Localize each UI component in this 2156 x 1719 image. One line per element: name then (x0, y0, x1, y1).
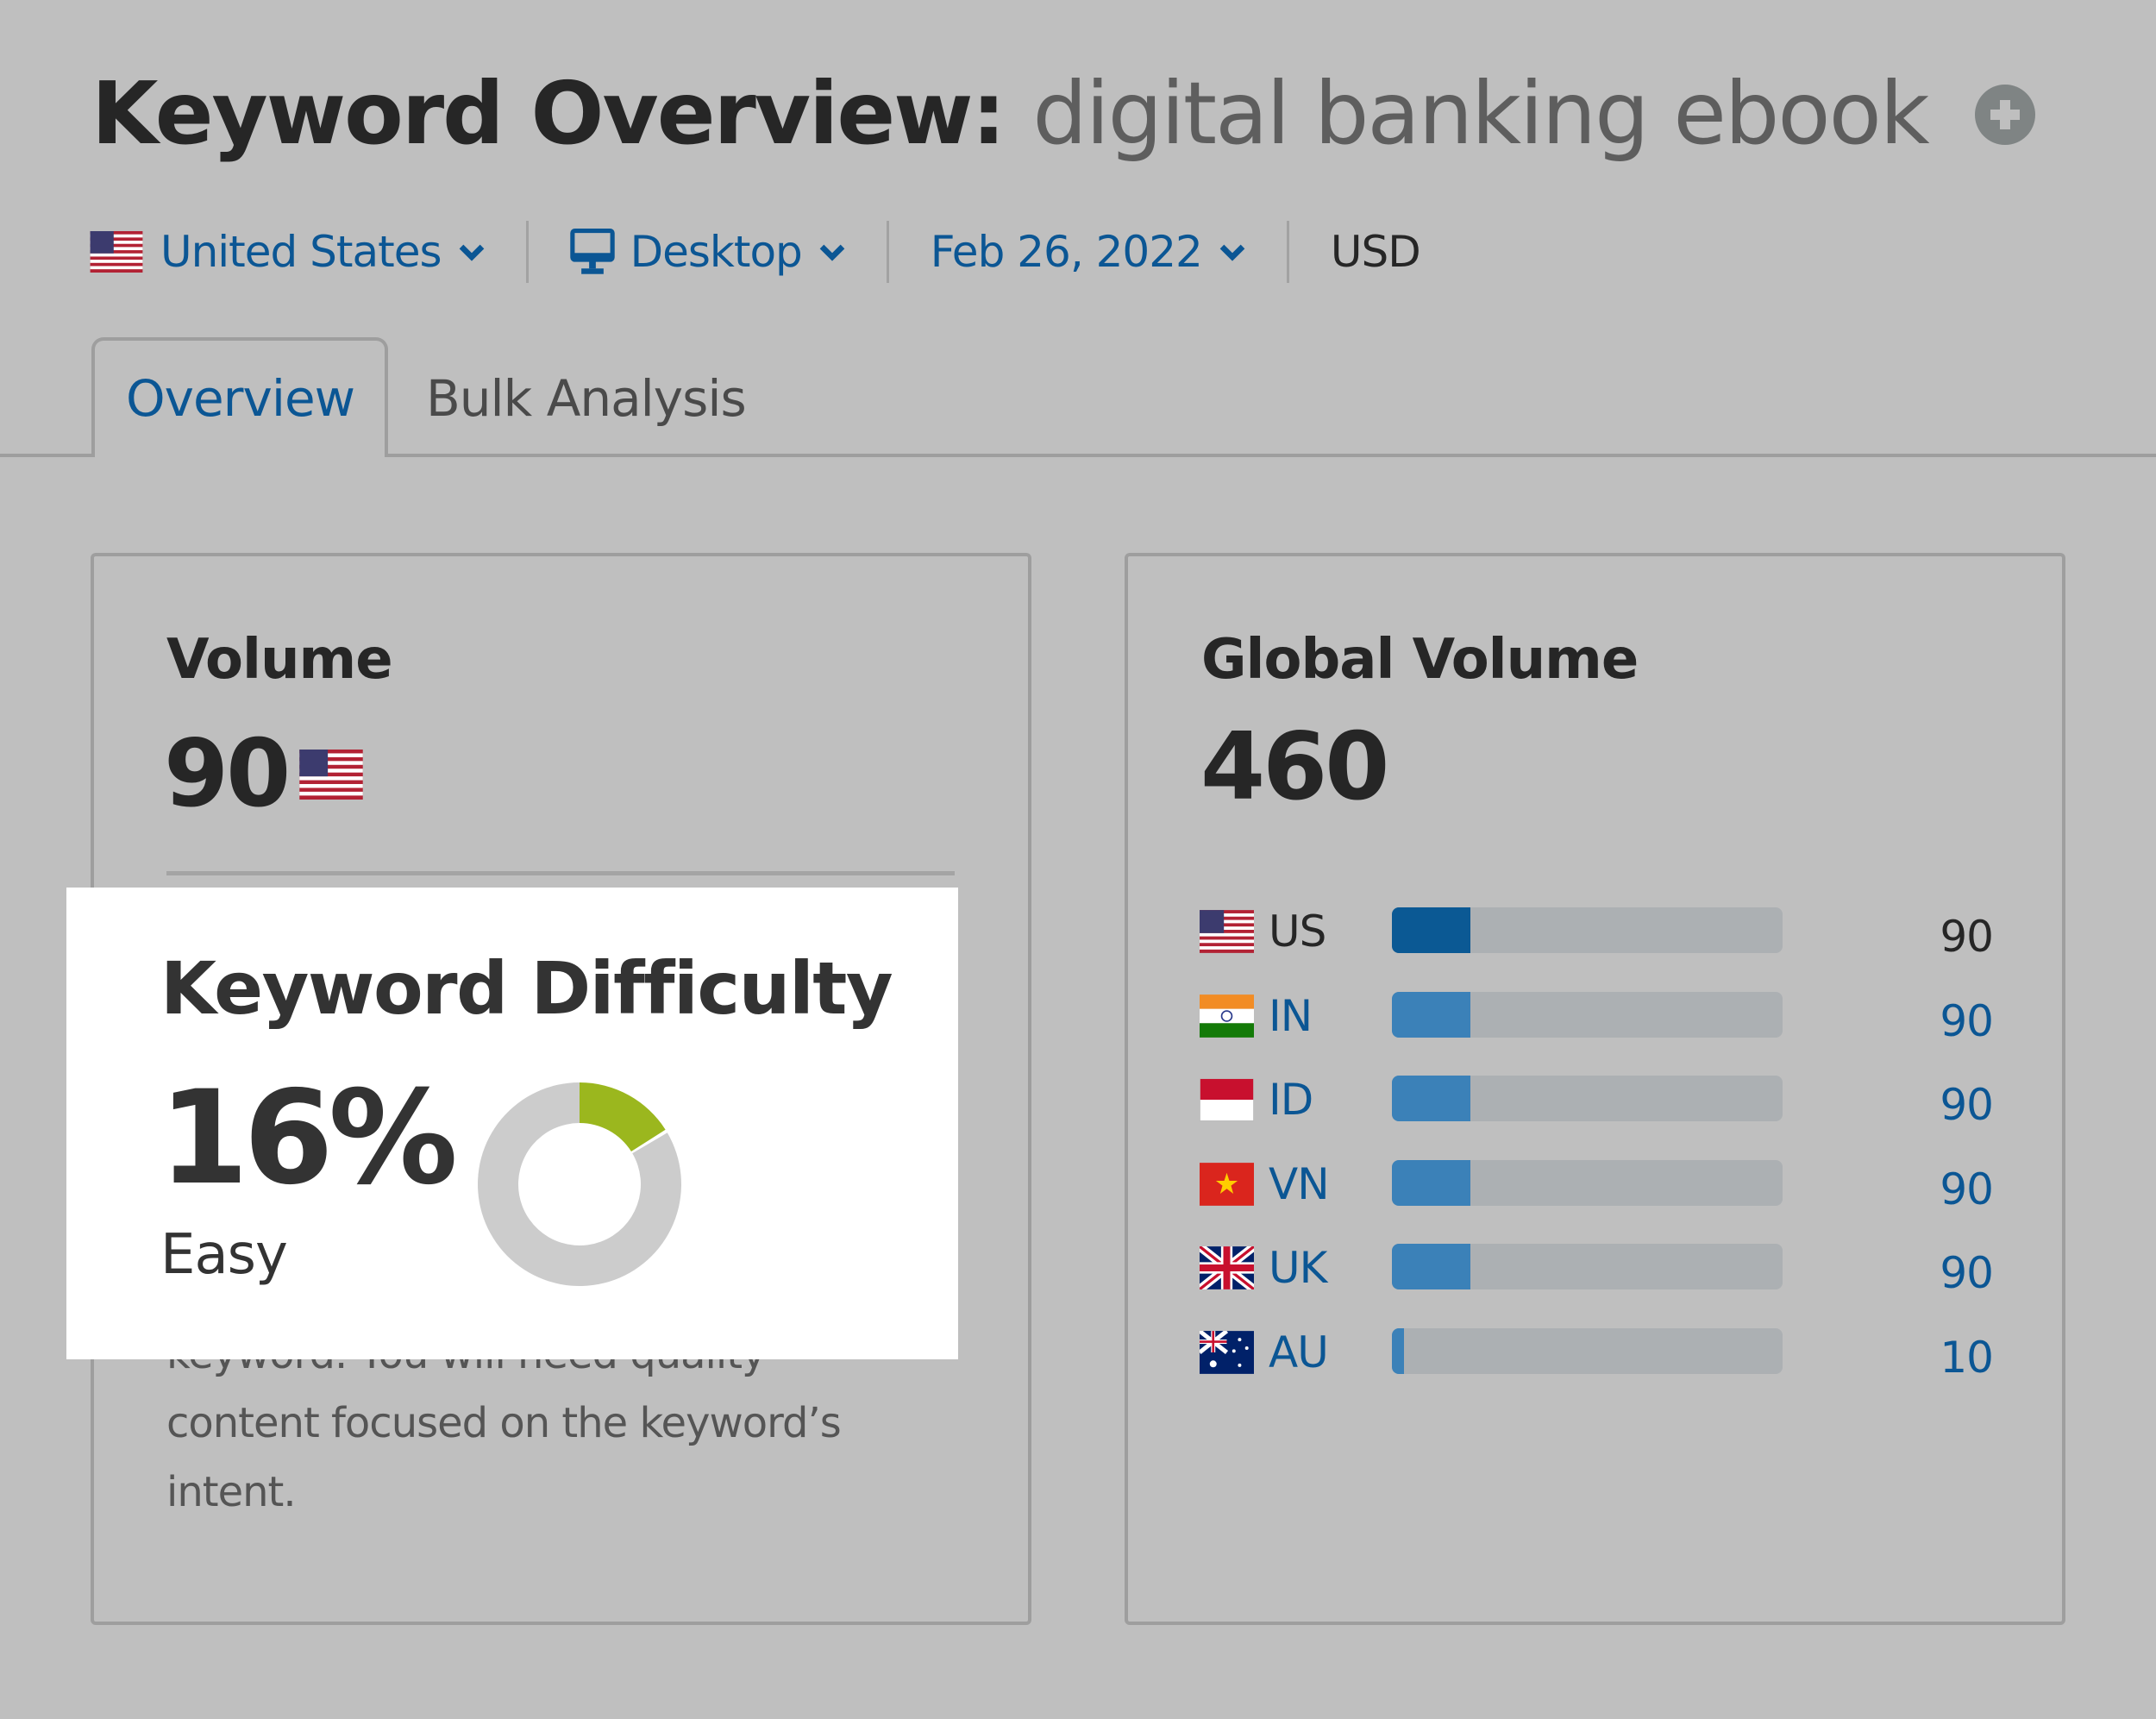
country-label: United States (160, 227, 442, 277)
country-volume-row: ID 90 (1200, 1072, 1994, 1157)
country-volume-value[interactable]: 90 (1940, 1247, 1994, 1299)
country-volume-list: US 90 IN 90 ID 90 VN 90 UK 90 AU 10 (1200, 904, 1994, 1409)
volume-heading: Volume (166, 628, 393, 692)
device-label: Desktop (630, 227, 803, 277)
kd-heading: Keyword Difficulty (160, 946, 893, 1031)
chevron-down-icon (1219, 244, 1245, 261)
volume-bar-fill (1392, 1244, 1470, 1289)
chevron-down-icon (459, 244, 484, 261)
volume-bar-track (1392, 991, 1783, 1038)
date-label: Feb 26, 2022 (930, 227, 1203, 277)
country-volume-row: IN 90 (1200, 988, 1994, 1073)
volume-bar-track (1392, 1159, 1783, 1206)
volume-bar-fill (1392, 1327, 1404, 1374)
desktop-icon (569, 229, 615, 274)
global-volume-value: 460 (1200, 713, 1389, 821)
country-volume-row: VN 90 (1200, 1157, 1994, 1241)
plus-circle-icon[interactable] (1975, 85, 2035, 145)
volume-bar-fill (1392, 991, 1470, 1038)
country-volume-row: US 90 (1200, 904, 1994, 988)
volume-bar-track (1392, 1244, 1783, 1289)
country-volume-value: 90 (1940, 912, 1994, 962)
chevron-down-icon (819, 244, 845, 261)
in-flag-icon (1200, 994, 1254, 1038)
country-volume-row: AU 10 (1200, 1325, 1994, 1409)
volume-value: 90 (164, 720, 291, 828)
uk-flag-icon (1200, 1246, 1254, 1289)
divider (1286, 221, 1289, 283)
volume-bar-fill (1392, 907, 1470, 953)
device-dropdown[interactable]: Desktop (569, 227, 845, 277)
tab-bulk-analysis[interactable]: Bulk Analysis (426, 368, 747, 429)
country-volume-value[interactable]: 90 (1940, 1079, 1994, 1131)
keyword-text: digital banking ebook (1032, 63, 1929, 164)
vn-flag-icon (1200, 1163, 1254, 1206)
volume-bar-track (1392, 907, 1783, 953)
country-code[interactable]: AU (1269, 1327, 1329, 1378)
kd-donut-chart (478, 1082, 681, 1286)
country-dropdown[interactable]: United States (90, 227, 485, 277)
country-volume-row: UK 90 (1200, 1240, 1994, 1325)
us-flag-icon (1200, 910, 1254, 953)
country-code[interactable]: ID (1269, 1074, 1313, 1126)
au-flag-icon (1200, 1331, 1254, 1374)
divider (166, 871, 955, 875)
donut-fill (580, 1082, 666, 1151)
kd-level: Easy (160, 1223, 288, 1287)
divider (886, 221, 889, 283)
volume-bar-track (1392, 1076, 1783, 1121)
tab-overview-label[interactable]: Overview (126, 368, 355, 429)
country-code[interactable]: IN (1269, 990, 1313, 1042)
volume-bar-fill (1392, 1076, 1470, 1121)
kd-description-line: intent. (166, 1468, 297, 1516)
kd-value: 16% (159, 1063, 458, 1214)
page-title-prefix: Keyword Overview: (91, 63, 1006, 164)
country-code[interactable]: UK (1269, 1242, 1327, 1294)
id-flag-icon (1200, 1078, 1254, 1121)
page-title: Keyword Overview: digital banking ebook (91, 53, 1930, 174)
country-code[interactable]: VN (1269, 1158, 1330, 1210)
country-volume-value[interactable]: 10 (1940, 1332, 1994, 1383)
currency-label: USD (1330, 227, 1421, 277)
date-dropdown[interactable]: Feb 26, 2022 (931, 227, 1245, 277)
divider (525, 221, 529, 283)
us-flag-icon (298, 750, 364, 800)
us-flag-icon (90, 231, 143, 273)
country-volume-value[interactable]: 90 (1940, 995, 1994, 1047)
volume-bar-track (1392, 1327, 1783, 1374)
global-volume-heading: Global Volume (1201, 628, 1639, 692)
volume-bar-fill (1392, 1159, 1470, 1206)
country-code: US (1269, 907, 1326, 957)
filter-bar: United States Desktop Feb 26, 2022 USD (90, 221, 1421, 283)
kd-description-line: content focused on the keyword’s (166, 1399, 842, 1447)
country-volume-value[interactable]: 90 (1940, 1164, 1994, 1215)
